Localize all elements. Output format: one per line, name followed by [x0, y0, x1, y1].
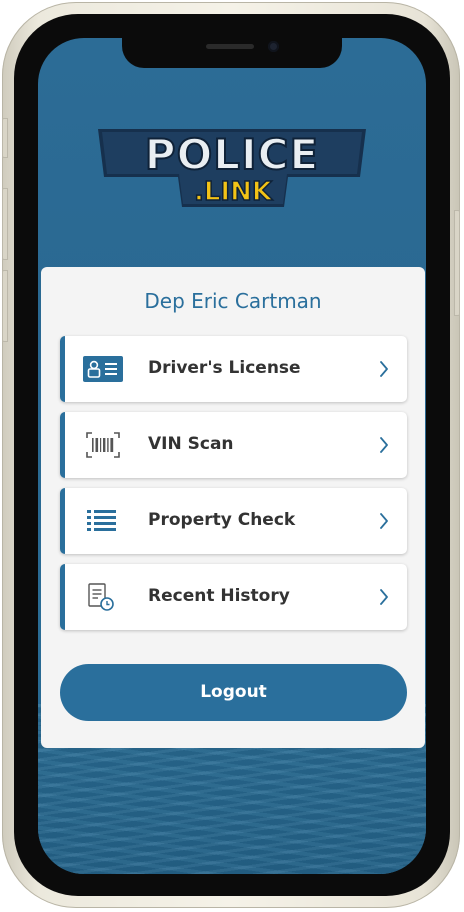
chevron-right-icon: [380, 589, 388, 605]
logout-button[interactable]: Logout: [60, 664, 407, 721]
volume-up-button: [2, 188, 8, 260]
recent-history-button[interactable]: Recent History: [60, 564, 407, 630]
drivers-license-button[interactable]: Driver's License: [60, 336, 407, 402]
menu-label: Recent History: [148, 586, 290, 606]
notch: [122, 38, 342, 68]
mute-switch: [2, 118, 8, 158]
vin-scan-button[interactable]: VIN Scan: [60, 412, 407, 478]
menu-label: Driver's License: [148, 358, 301, 378]
barcode-icon: [86, 432, 120, 458]
menu-label: Property Check: [148, 510, 296, 530]
volume-down-button: [2, 270, 8, 342]
checklist-icon: [87, 510, 116, 531]
chevron-right-icon: [380, 361, 388, 377]
chevron-right-icon: [380, 513, 388, 529]
police-link-logo: POLICE .LINK: [98, 129, 366, 208]
logo-link-text: .LINK: [194, 177, 273, 207]
id-card-icon: [83, 356, 123, 382]
logo-police-text: POLICE: [145, 130, 319, 179]
property-check-button[interactable]: Property Check: [60, 488, 407, 554]
speaker: [206, 44, 254, 49]
camera-icon: [268, 41, 279, 52]
user-name: Dep Eric Cartman: [144, 289, 322, 313]
power-button: [454, 210, 460, 316]
menu-card: Dep Eric Cartman Driver's License VIN Sc…: [41, 267, 425, 748]
chevron-right-icon: [380, 437, 388, 453]
menu-label: VIN Scan: [148, 434, 234, 454]
app-screen: POLICE .LINK Dep Eric Cartman Driver's L…: [38, 38, 426, 874]
history-document-icon: [88, 583, 114, 611]
